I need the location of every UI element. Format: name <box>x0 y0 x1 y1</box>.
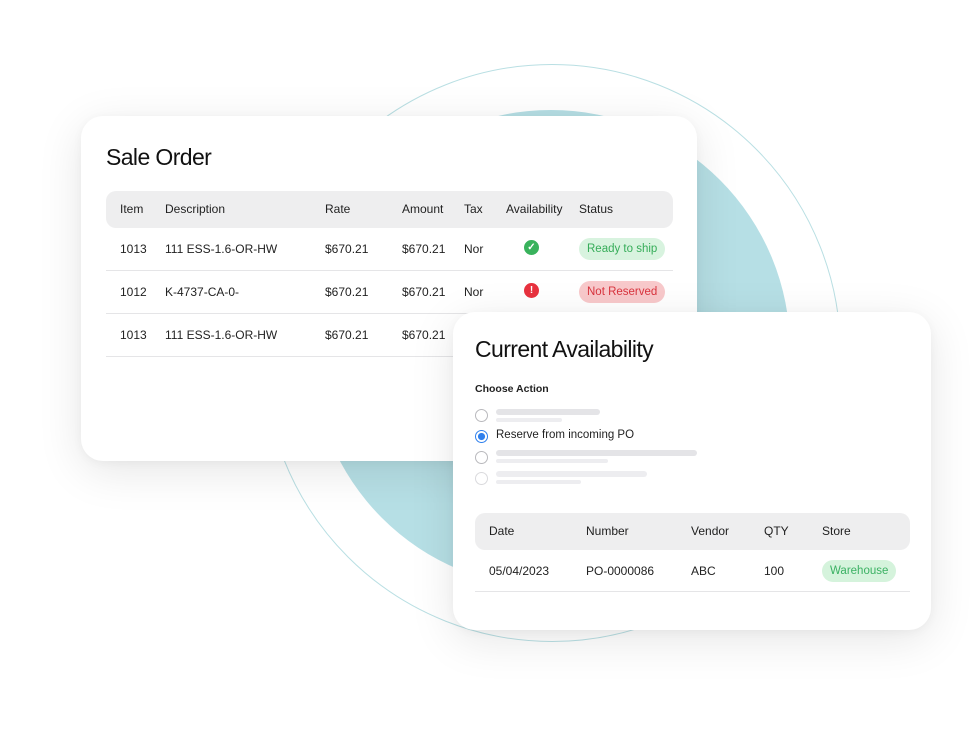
cell-amount: $670.21 <box>402 242 446 256</box>
column-header-date[interactable]: Date <box>489 513 514 550</box>
cell-date: 05/04/2023 <box>489 564 550 578</box>
cell-rate: $670.21 <box>325 285 369 299</box>
column-header-item[interactable]: Item <box>120 191 143 228</box>
cell-description: K-4737-CA-0- <box>165 285 240 299</box>
table-row[interactable]: 1013 111 ESS-1.6-OR-HW $670.21 $670.21 N… <box>106 228 673 271</box>
column-header-tax[interactable]: Tax <box>464 191 483 228</box>
column-header-description[interactable]: Description <box>165 191 225 228</box>
action-option-radio[interactable] <box>475 451 488 464</box>
sale-order-table-header: Item Description Rate Amount Tax Availab… <box>106 191 673 228</box>
cell-amount: $670.21 <box>402 285 446 299</box>
alert-icon: ! <box>524 283 539 298</box>
column-header-vendor[interactable]: Vendor <box>691 513 729 550</box>
column-header-number[interactable]: Number <box>586 513 629 550</box>
availability-table-header: Date Number Vendor QTY Store <box>475 513 910 550</box>
cell-description: 111 ESS-1.6-OR-HW <box>165 328 278 342</box>
action-option-radio[interactable] <box>475 472 488 485</box>
store-badge: Warehouse <box>822 560 897 582</box>
option-placeholder-line <box>496 409 600 415</box>
table-row[interactable]: 1012 K-4737-CA-0- $670.21 $670.21 Nor ! … <box>106 271 673 314</box>
column-header-qty[interactable]: QTY <box>764 513 789 550</box>
column-header-availability[interactable]: Availability <box>506 191 562 228</box>
cell-rate: $670.21 <box>325 328 369 342</box>
reserve-from-incoming-po-label[interactable]: Reserve from incoming PO <box>496 429 634 441</box>
table-row[interactable]: 05/04/2023 PO-0000086 ABC 100 Warehouse <box>475 550 910 592</box>
column-header-amount[interactable]: Amount <box>402 191 443 228</box>
cell-item: 1013 <box>120 328 147 342</box>
check-icon: ✓ <box>524 240 539 255</box>
cell-number: PO-0000086 <box>586 564 655 578</box>
cell-tax: Nor <box>464 242 484 256</box>
option-placeholder-line <box>496 418 562 422</box>
cell-item: 1013 <box>120 242 147 256</box>
cell-vendor: ABC <box>691 564 716 578</box>
current-availability-card: Current Availability Choose Action Reser… <box>453 312 931 630</box>
cell-description: 111 ESS-1.6-OR-HW <box>165 242 278 256</box>
cell-tax: Nor <box>464 285 484 299</box>
option-placeholder-line <box>496 450 697 456</box>
column-header-rate[interactable]: Rate <box>325 191 350 228</box>
cell-amount: $670.21 <box>402 328 446 342</box>
status-badge: Not Reserved <box>579 281 666 303</box>
cell-qty: 100 <box>764 564 785 578</box>
sale-order-title: Sale Order <box>106 144 212 170</box>
action-option-radio[interactable] <box>475 409 488 422</box>
column-header-status[interactable]: Status <box>579 191 613 228</box>
cell-rate: $670.21 <box>325 242 369 256</box>
current-availability-title: Current Availability <box>475 336 654 362</box>
reserve-from-incoming-po-radio[interactable] <box>475 430 488 443</box>
option-placeholder-line <box>496 471 647 477</box>
choose-action-label: Choose Action <box>475 383 549 395</box>
status-badge: Ready to ship <box>579 238 666 260</box>
column-header-store[interactable]: Store <box>822 513 851 550</box>
cell-item: 1012 <box>120 285 147 299</box>
option-placeholder-line <box>496 459 608 463</box>
option-placeholder-line <box>496 480 581 484</box>
